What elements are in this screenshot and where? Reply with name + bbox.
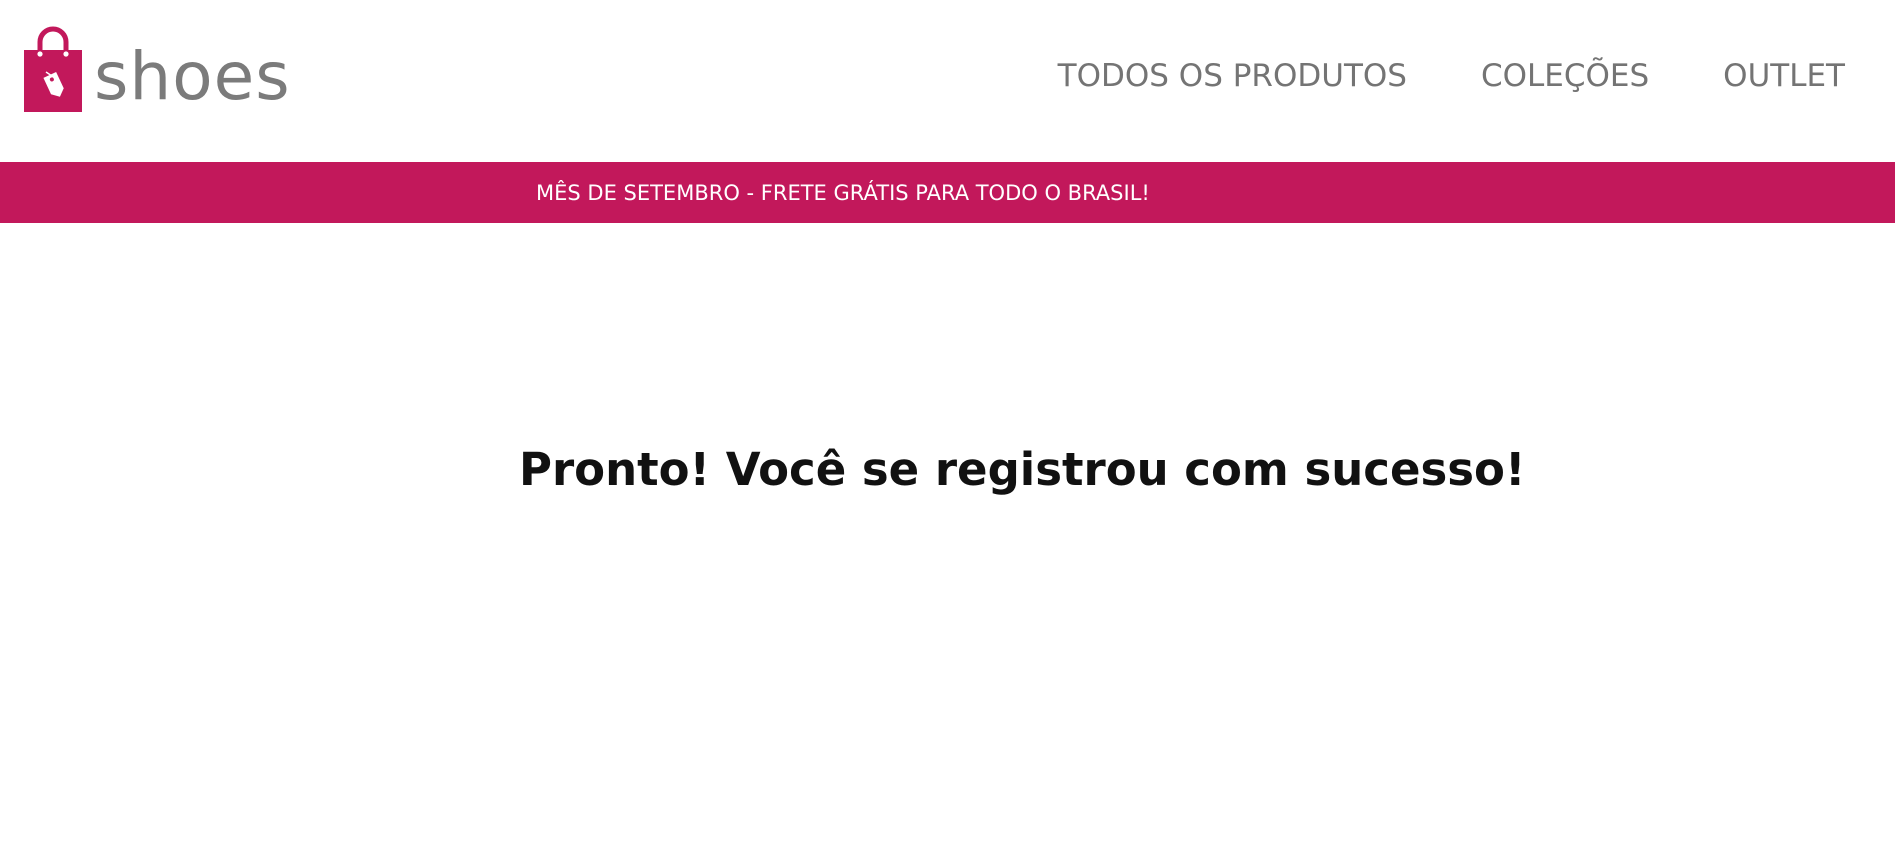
shopping-bag-icon — [24, 26, 82, 112]
nav-item-todos-os-produtos[interactable]: TODOS OS PRODUTOS — [1058, 58, 1407, 94]
promo-banner: MÊS DE SETEMBRO - FRETE GRÁTIS PARA TODO… — [0, 162, 1895, 223]
brand-name: shoes — [94, 38, 291, 115]
logo-link[interactable]: shoes — [24, 22, 291, 112]
main-content: Pronto! Você se registrou com sucesso! — [0, 223, 1895, 859]
success-message: Pronto! Você se registrou com sucesso! — [519, 443, 1526, 496]
promo-banner-text: MÊS DE SETEMBRO - FRETE GRÁTIS PARA TODO… — [536, 180, 1150, 205]
nav-item-outlet[interactable]: OUTLET — [1723, 58, 1845, 94]
main-nav: TODOS OS PRODUTOS COLEÇÕES OUTLET — [984, 58, 1845, 94]
nav-item-colecoes[interactable]: COLEÇÕES — [1481, 58, 1649, 94]
site-header: shoes TODOS OS PRODUTOS COLEÇÕES OUTLET — [0, 0, 1895, 162]
